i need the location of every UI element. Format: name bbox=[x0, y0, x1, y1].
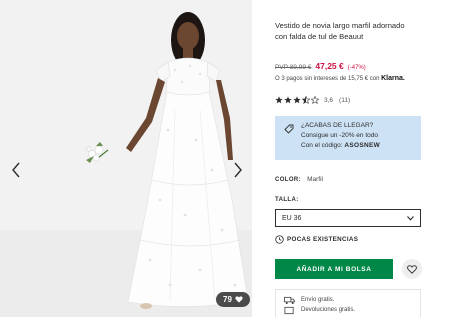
product-photo bbox=[0, 0, 252, 317]
promo-code-prefix: Con el código: bbox=[301, 142, 343, 149]
current-price: 47,25 € bbox=[315, 61, 344, 71]
color-value: Marfil bbox=[307, 176, 323, 183]
chevron-down-icon bbox=[407, 215, 414, 221]
product-rating[interactable]: 3,6 (11) bbox=[275, 96, 350, 104]
original-price: PVP 89,99 € bbox=[275, 64, 312, 71]
size-selected-value: EU 36 bbox=[282, 214, 302, 222]
stock-text: POCAS EXISTENCIAS bbox=[287, 236, 359, 243]
star-full-icon bbox=[293, 96, 301, 104]
delivery-returns-text: Devoluciones gratis. bbox=[301, 307, 356, 313]
delivery-row-returns: Devoluciones gratis. bbox=[284, 305, 412, 315]
chevron-left-icon bbox=[12, 162, 20, 178]
save-for-later-button[interactable] bbox=[402, 259, 422, 279]
promo-banner[interactable]: ¿ACABAS DE LLEGAR? Consigue un -20% en t… bbox=[275, 116, 421, 160]
star-empty-icon bbox=[311, 96, 319, 104]
clock-icon bbox=[275, 235, 284, 244]
delivery-shipping-text: Envío gratis. bbox=[301, 297, 335, 303]
klarna-text: O 3 pagos sin intereses de 15,75 € con bbox=[275, 76, 380, 82]
star-half-icon bbox=[302, 96, 310, 104]
price-tag-icon bbox=[284, 124, 294, 134]
stock-status: POCAS EXISTENCIAS bbox=[275, 235, 358, 244]
chevron-right-icon bbox=[234, 162, 242, 178]
previous-image-button[interactable] bbox=[8, 160, 24, 180]
star-full-icon bbox=[284, 96, 292, 104]
truck-icon bbox=[284, 296, 295, 304]
saves-count: 79 bbox=[223, 295, 232, 304]
size-select[interactable]: EU 36 bbox=[275, 209, 421, 227]
discount-percent: (-47%) bbox=[347, 65, 366, 71]
add-to-bag-button[interactable]: AÑADIR A MI BOLSA bbox=[275, 259, 393, 279]
heart-outline-icon bbox=[407, 264, 417, 274]
saves-count-badge: 79 bbox=[216, 292, 250, 307]
return-icon bbox=[284, 306, 294, 314]
klarna-logo: Klarna. bbox=[381, 75, 405, 82]
klarna-installments[interactable]: O 3 pagos sin intereses de 15,75 € con K… bbox=[275, 75, 405, 82]
rating-score: 3,6 bbox=[324, 96, 334, 104]
price-row: PVP 89,99 € 47,25 € (-47%) bbox=[275, 61, 366, 71]
next-image-button[interactable] bbox=[230, 160, 246, 180]
product-title: Vestido de novia largo marfil adornado c… bbox=[275, 21, 405, 41]
promo-line-2: Consigue un -20% en todo bbox=[301, 132, 378, 139]
color-label: COLOR: bbox=[275, 177, 302, 183]
heart-icon bbox=[235, 296, 243, 303]
delivery-info: Envío gratis. Devoluciones gratis. bbox=[275, 289, 421, 317]
size-label: TALLA: bbox=[275, 197, 299, 203]
delivery-row-shipping: Envío gratis. bbox=[284, 295, 412, 305]
color-row: COLOR: Marfil bbox=[275, 176, 323, 183]
rating-count: (11) bbox=[339, 96, 351, 104]
promo-line-1: ¿ACABAS DE LLEGAR? bbox=[301, 122, 374, 129]
product-image-gallery[interactable]: 79 bbox=[0, 0, 252, 317]
star-full-icon bbox=[275, 96, 283, 104]
promo-code: ASOSNEW bbox=[344, 142, 381, 149]
promo-line-3: Con el código: ASOSNEW bbox=[301, 141, 415, 151]
